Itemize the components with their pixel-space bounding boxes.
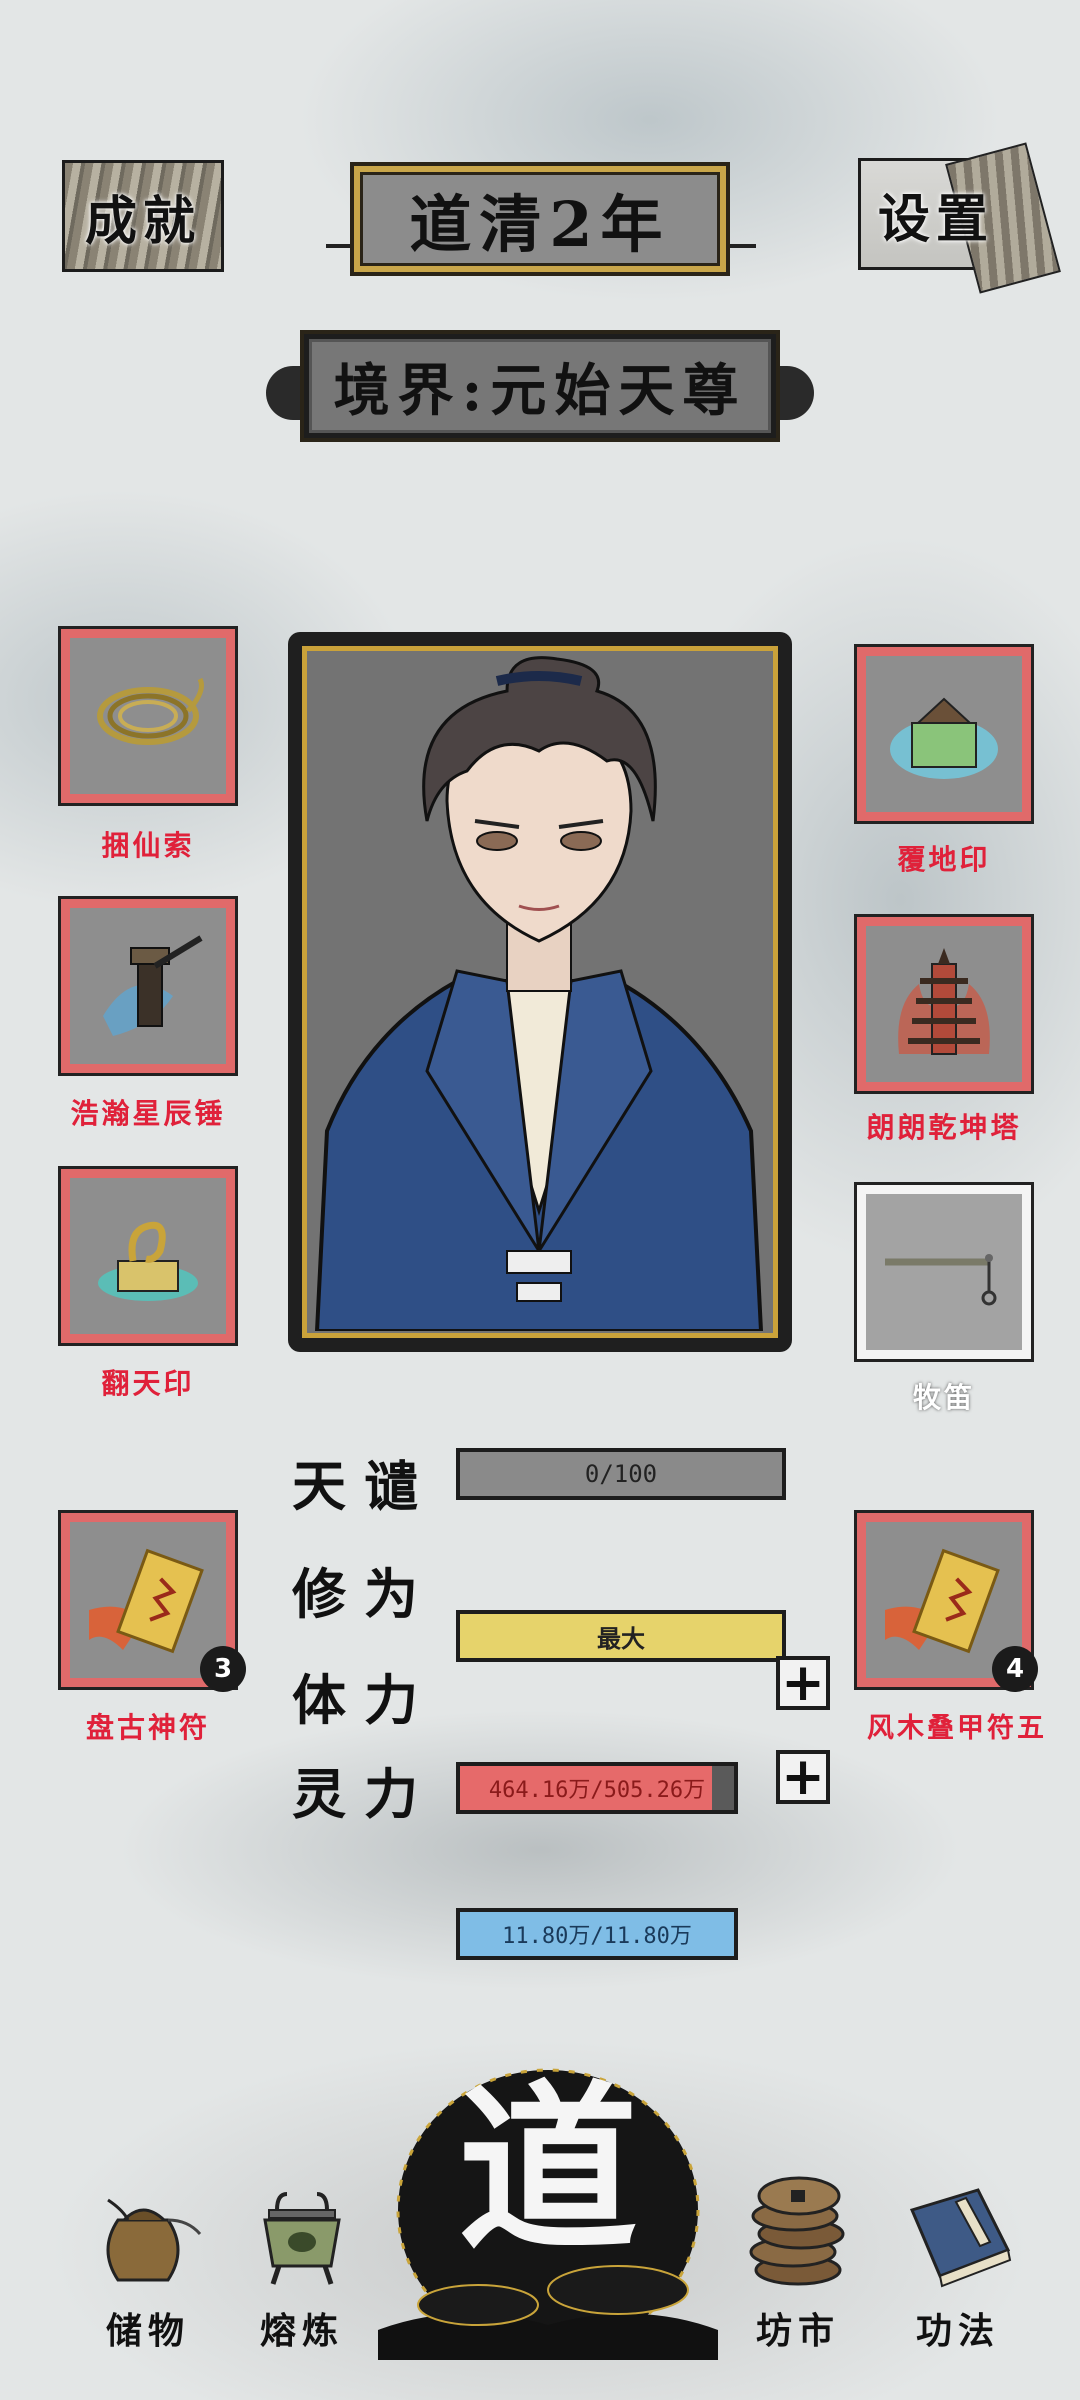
nav-market-label: 坊市: [755, 2310, 840, 2352]
cauldron-icon: [263, 2192, 341, 2285]
realm-plaque: 境界:元始天尊: [300, 330, 780, 442]
tribulation-bar: 0/100: [456, 1448, 786, 1500]
equip-slot-star-hammer[interactable]: [58, 896, 238, 1076]
achievements-label: 成就: [84, 190, 201, 252]
stamina-add-button[interactable]: +: [776, 1656, 830, 1710]
character-portrait-frame: [288, 632, 792, 1352]
equip-name-earth-seal: 覆地印: [897, 843, 991, 876]
equip-name-star-hammer: 浩瀚星辰锤: [70, 1097, 226, 1130]
nav-skills-label: 功法: [915, 2310, 1000, 2352]
equip-name-universe-pagoda: 朗朗乾坤塔: [866, 1111, 1022, 1144]
tribulation-value: 0/100: [584, 1460, 658, 1488]
flute-icon: [885, 1254, 997, 1306]
rope-icon: [97, 677, 204, 745]
pangu-talisman-count-badge: 3: [200, 1646, 246, 1692]
cultivation-value: 最大: [597, 1623, 645, 1653]
coins-icon: [749, 2176, 845, 2286]
talisman-icon: [885, 1548, 1000, 1654]
talisman-icon: [89, 1548, 204, 1654]
pagoda-icon: [898, 948, 990, 1055]
equip-name-pangu-talisman: 盘古神符: [85, 1711, 210, 1744]
character-portrait[interactable]: [302, 646, 778, 1338]
year-title-plaque: 道清2年: [350, 162, 730, 276]
stamina-bar: 464.16万/505.26万: [456, 1762, 738, 1814]
equip-name-shepherd-flute: 牧笛: [912, 1381, 975, 1414]
seal-icon: [98, 1221, 198, 1301]
nav-dao-button[interactable]: 道: [378, 2040, 718, 2360]
cultivation-bar: 最大: [456, 1610, 786, 1662]
hammer-icon: [103, 935, 203, 1036]
character-art: [314, 656, 764, 1333]
nav-storage[interactable]: 储物: [68, 2170, 228, 2354]
nav-market[interactable]: 坊市: [718, 2170, 878, 2354]
nav-storage-label: 储物: [105, 2310, 190, 2352]
realm-text: 境界:元始天尊: [333, 357, 747, 424]
year-title: 道清2年: [409, 188, 671, 261]
equip-slot-universe-pagoda[interactable]: [854, 914, 1034, 1094]
equip-name-binding-rope: 捆仙索: [101, 829, 195, 862]
equip-slot-binding-rope[interactable]: [58, 626, 238, 806]
achievements-button[interactable]: 成就: [62, 160, 224, 272]
nav-smelt[interactable]: 熔炼: [222, 2170, 382, 2354]
settings-label: 设置: [877, 188, 994, 250]
spirit-label: 灵力: [292, 1762, 436, 1826]
spirit-bar: 11.80万/11.80万: [456, 1908, 738, 1960]
equip-name-heaven-seal: 翻天印: [101, 1367, 195, 1400]
spirit-value: 11.80万/11.80万: [502, 1924, 692, 1949]
nav-dao-label: 道: [457, 2064, 638, 2275]
wind-wood-talisman-count-badge: 4: [992, 1646, 1038, 1692]
stamina-value: 464.16万/505.26万: [488, 1778, 706, 1803]
equip-slot-heaven-seal[interactable]: [58, 1166, 238, 1346]
book-icon: [909, 2188, 1012, 2288]
equip-slot-earth-seal[interactable]: [854, 644, 1034, 824]
spirit-add-button[interactable]: +: [776, 1750, 830, 1804]
cultivation-label: 修为: [292, 1562, 436, 1626]
stamina-label: 体力: [292, 1668, 436, 1732]
tribulation-label: 天谴: [292, 1454, 436, 1518]
settings-button[interactable]: 设置: [858, 158, 1020, 270]
nav-skills[interactable]: 功法: [878, 2170, 1038, 2354]
nav-smelt-label: 熔炼: [259, 2310, 344, 2352]
pouch-icon: [106, 2198, 202, 2282]
equip-name-wind-wood-talisman: 风木叠甲符五: [867, 1713, 1047, 1744]
equip-slot-shepherd-flute[interactable]: [854, 1182, 1034, 1362]
earth-seal-icon: [890, 697, 998, 779]
